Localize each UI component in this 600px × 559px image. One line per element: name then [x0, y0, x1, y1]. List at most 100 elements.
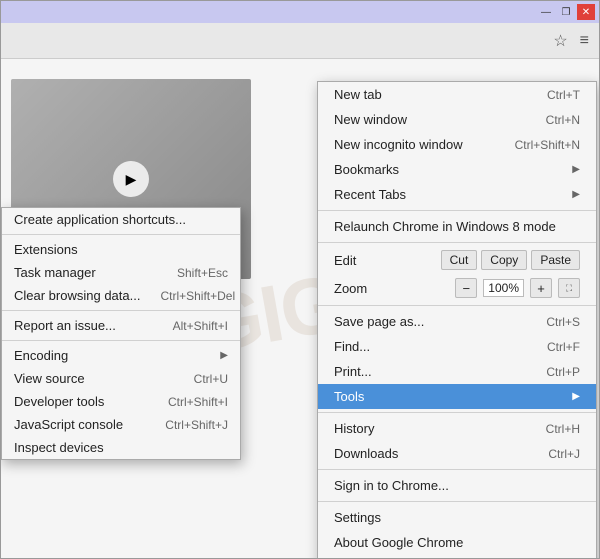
menu-item-label: Bookmarks: [334, 162, 572, 177]
menu-item-label: Report an issue...: [14, 318, 153, 333]
menu-item-label: About Google Chrome: [334, 535, 580, 550]
left-menu-item-developer-tools[interactable]: Developer tools Ctrl+Shift+I: [2, 390, 240, 413]
left-menu-item-extensions[interactable]: Extensions: [2, 238, 240, 261]
menu-item-label: JavaScript console: [14, 417, 145, 432]
menu-item-about[interactable]: About Google Chrome: [318, 530, 596, 555]
close-button[interactable]: ✕: [577, 4, 595, 20]
menu-item-sign-in[interactable]: Sign in to Chrome...: [318, 473, 596, 498]
menu-separator: [318, 501, 596, 502]
menu-item-tools[interactable]: Tools▶: [318, 384, 596, 409]
menu-item-new-window[interactable]: New window Ctrl+N: [318, 107, 596, 132]
page-content: GIGO ▶ Create application shortcuts...Ex…: [1, 59, 599, 558]
menu-item-shortcut: Ctrl+Shift+N: [515, 138, 580, 152]
menu-item-label: History: [334, 421, 526, 436]
menu-item-label: Find...: [334, 339, 527, 354]
minimize-button[interactable]: —: [537, 4, 555, 20]
browser-window: — ❐ ✕ ☆ ≡ GIGO ▶ Create application shor…: [0, 0, 600, 559]
edit-label: Edit: [334, 253, 437, 268]
menu-item-label: Downloads: [334, 446, 528, 461]
cut-button[interactable]: Cut: [441, 250, 478, 270]
menu-item-label: New window: [334, 112, 526, 127]
submenu-arrow-icon: ▶: [220, 350, 228, 361]
menu-item-label: Extensions: [14, 242, 228, 257]
zoom-row: Zoom − 100% + ⛶: [318, 274, 596, 302]
main-dropdown-menu: New tabCtrl+T New window Ctrl+N New incogni…: [317, 81, 597, 558]
play-button[interactable]: ▶: [113, 161, 149, 197]
menu-separator: [318, 305, 596, 306]
menu-item-label: Sign in to Chrome...: [334, 478, 580, 493]
menu-separator: [318, 412, 596, 413]
menu-separator: [2, 234, 240, 235]
menu-item-label: Inspect devices: [14, 440, 228, 455]
left-menu-item-inspect-devices[interactable]: Inspect devices: [2, 436, 240, 459]
left-menu-item-view-source[interactable]: View source Ctrl+U: [2, 367, 240, 390]
left-menu-item-report-issue[interactable]: Report an issue... Alt+Shift+I: [2, 314, 240, 337]
menu-separator: [2, 340, 240, 341]
zoom-minus-button[interactable]: −: [455, 278, 477, 298]
menu-item-shortcut: Ctrl+S: [546, 315, 580, 329]
browser-toolbar: ☆ ≡: [1, 23, 599, 59]
menu-item-find[interactable]: Find... Ctrl+F: [318, 334, 596, 359]
menu-item-shortcut: Ctrl+N: [546, 113, 580, 127]
menu-item-print[interactable]: Print... Ctrl+P: [318, 359, 596, 384]
menu-button[interactable]: ≡: [576, 28, 593, 54]
menu-item-shortcut: Ctrl+U: [194, 372, 228, 386]
left-menu-item-js-console[interactable]: JavaScript console Ctrl+Shift+J: [2, 413, 240, 436]
left-menu-item-encoding[interactable]: Encoding▶: [2, 344, 240, 367]
menu-item-shortcut: Ctrl+H: [546, 422, 580, 436]
left-menu-item-task-manager[interactable]: Task manager Shift+Esc: [2, 261, 240, 284]
menu-item-history[interactable]: History Ctrl+H: [318, 416, 596, 441]
menu-item-label: View source: [14, 371, 174, 386]
menu-item-bookmarks[interactable]: Bookmarks▶: [318, 157, 596, 182]
menu-item-label: Print...: [334, 364, 526, 379]
left-menu-item-create-shortcuts[interactable]: Create application shortcuts...: [2, 208, 240, 231]
menu-item-shortcut: Alt+Shift+I: [173, 319, 228, 333]
left-menu-item-clear-browsing[interactable]: Clear browsing data...Ctrl+Shift+Del: [2, 284, 240, 307]
menu-item-settings[interactable]: Settings: [318, 505, 596, 530]
menu-item-help[interactable]: Help: [318, 555, 596, 558]
menu-item-shortcut: Ctrl+Shift+J: [165, 418, 228, 432]
zoom-value: 100%: [483, 279, 524, 297]
menu-item-relaunch[interactable]: Relaunch Chrome in Windows 8 mode: [318, 214, 596, 239]
menu-item-downloads[interactable]: Downloads Ctrl+J: [318, 441, 596, 466]
menu-item-label: Tools: [334, 389, 572, 404]
menu-item-shortcut: Ctrl+Shift+I: [168, 395, 228, 409]
menu-item-shortcut: Ctrl+J: [548, 447, 580, 461]
menu-item-label: New incognito window: [334, 137, 495, 152]
zoom-label: Zoom: [334, 281, 449, 296]
menu-item-shortcut: Ctrl+F: [547, 340, 580, 354]
menu-separator: [2, 310, 240, 311]
paste-button[interactable]: Paste: [531, 250, 580, 270]
zoom-plus-button[interactable]: +: [530, 278, 552, 298]
menu-item-shortcut: Ctrl+T: [547, 88, 580, 102]
zoom-fullscreen-button[interactable]: ⛶: [558, 278, 580, 298]
menu-item-label: Developer tools: [14, 394, 148, 409]
submenu-arrow-icon: ▶: [572, 164, 580, 175]
menu-item-label: Save page as...: [334, 314, 526, 329]
menu-item-shortcut: Shift+Esc: [177, 266, 228, 280]
menu-item-label: Recent Tabs: [334, 187, 572, 202]
menu-item-save-page[interactable]: Save page as... Ctrl+S: [318, 309, 596, 334]
edit-row: Edit Cut Copy Paste: [318, 246, 596, 274]
submenu-arrow-icon: ▶: [572, 189, 580, 200]
menu-item-label: Encoding: [14, 348, 220, 363]
menu-item-new-tab[interactable]: New tabCtrl+T: [318, 82, 596, 107]
title-bar: — ❐ ✕: [1, 1, 599, 23]
play-icon: ▶: [126, 171, 137, 188]
submenu-arrow-icon: ▶: [572, 391, 580, 402]
menu-separator: [318, 469, 596, 470]
menu-item-new-incognito[interactable]: New incognito window Ctrl+Shift+N: [318, 132, 596, 157]
bookmark-button[interactable]: ☆: [549, 27, 571, 55]
menu-item-recent-tabs[interactable]: Recent Tabs▶: [318, 182, 596, 207]
menu-separator: [318, 242, 596, 243]
tools-submenu: Create application shortcuts... Extension…: [1, 207, 241, 460]
copy-button[interactable]: Copy: [481, 250, 527, 270]
menu-item-label: Task manager: [14, 265, 157, 280]
menu-separator: [318, 210, 596, 211]
menu-item-label: Settings: [334, 510, 580, 525]
menu-item-shortcut: Ctrl+P: [546, 365, 580, 379]
menu-item-shortcut: Ctrl+Shift+Del: [160, 289, 235, 303]
menu-item-label: Relaunch Chrome in Windows 8 mode: [334, 219, 580, 234]
menu-item-label: Create application shortcuts...: [14, 212, 228, 227]
maximize-button[interactable]: ❐: [557, 4, 575, 20]
